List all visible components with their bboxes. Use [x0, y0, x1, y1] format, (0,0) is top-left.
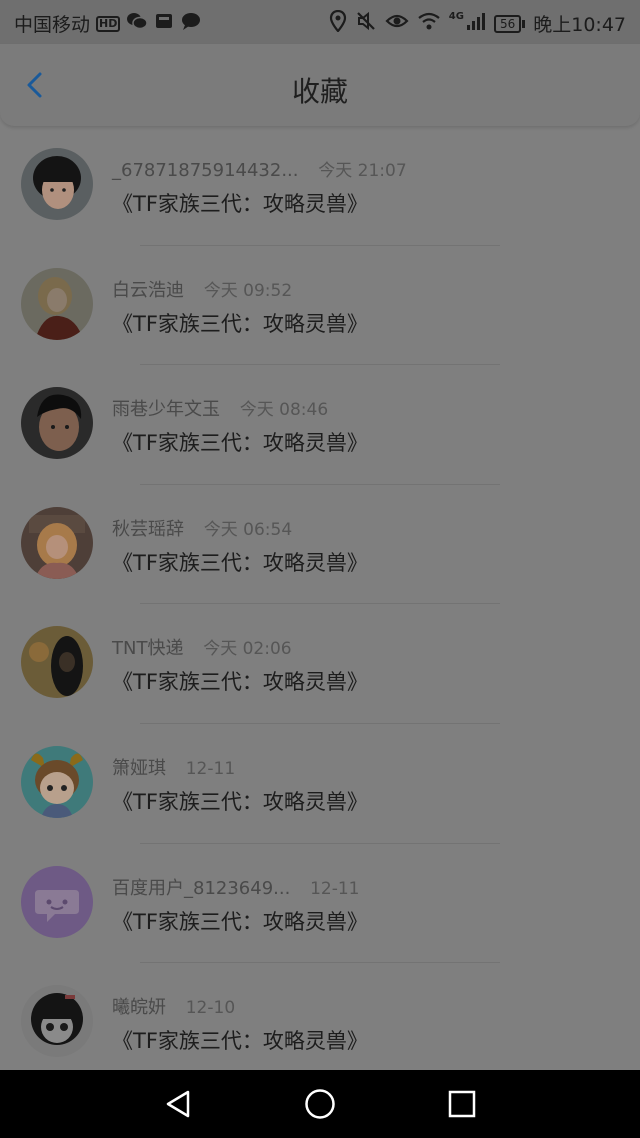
wechat-icon	[126, 11, 149, 36]
timestamp: 今天 06:54	[203, 519, 293, 540]
battery-level: 56	[493, 14, 522, 33]
home-circle-icon	[305, 1089, 335, 1119]
item-meta: _67871875914432... 今天 21:07	[112, 156, 407, 181]
status-bar: 中国移动 HD 4G 56 晚上10:47	[0, 0, 640, 44]
list-item[interactable]: _67871875914432... 今天 21:07 《TF家族三代：攻略灵兽…	[0, 126, 640, 246]
status-right: 4G 56 晚上10:47	[329, 9, 626, 37]
item-meta: 箫娅琪 12-11	[112, 754, 235, 780]
nav-recents-button[interactable]	[446, 1088, 478, 1120]
navigation-bar	[0, 1070, 640, 1138]
user-name[interactable]: 秋芸瑶辞	[112, 519, 184, 540]
item-meta: 雨巷少年文玉 今天 08:46	[112, 395, 328, 421]
nav-home-button[interactable]	[304, 1088, 336, 1120]
item-meta: 百度用户_8123649... 12-11	[112, 874, 359, 900]
timestamp: 12-11	[310, 878, 360, 899]
list-item[interactable]: 白云浩迪 今天 09:52 《TF家族三代：攻略灵兽》	[0, 246, 640, 366]
item-title[interactable]: 《TF家族三代：攻略灵兽》	[112, 906, 368, 936]
item-meta: 白云浩迪 今天 09:52	[112, 276, 292, 302]
user-name[interactable]: 雨巷少年文玉	[112, 399, 220, 420]
item-meta: TNT快递 今天 02:06	[112, 634, 292, 660]
item-title[interactable]: 《TF家族三代：攻略灵兽》	[112, 547, 368, 577]
list-item[interactable]: 秋芸瑶辞 今天 06:54 《TF家族三代：攻略灵兽》	[0, 485, 640, 605]
battery-tip	[522, 19, 526, 28]
nav-back-button[interactable]	[162, 1088, 194, 1120]
mute-icon	[355, 10, 377, 37]
item-title[interactable]: 《TF家族三代：攻略灵兽》	[112, 786, 368, 816]
avatar[interactable]	[21, 387, 93, 460]
signal-icon	[466, 11, 486, 36]
avatar[interactable]	[21, 865, 93, 938]
hd-badge: HD	[96, 15, 121, 32]
item-title[interactable]: 《TF家族三代：攻略灵兽》	[112, 666, 368, 696]
message-icon	[180, 11, 202, 36]
recents-square-icon	[448, 1090, 476, 1118]
list-item[interactable]: 百度用户_8123649... 12-11 《TF家族三代：攻略灵兽》	[0, 844, 640, 964]
eye-icon	[385, 11, 409, 36]
item-meta: 秋芸瑶辞 今天 06:54	[112, 515, 292, 541]
location-icon	[329, 9, 347, 37]
list-item[interactable]: 雨巷少年文玉 今天 08:46 《TF家族三代：攻略灵兽》	[0, 365, 640, 485]
timestamp: 今天 02:06	[203, 639, 292, 660]
favorites-list: _67871875914432... 今天 21:07 《TF家族三代：攻略灵兽…	[0, 126, 640, 1083]
gallery-icon	[154, 11, 174, 36]
timestamp: 今天 09:52	[203, 280, 293, 301]
list-item[interactable]: 箫娅琪 12-11 《TF家族三代：攻略灵兽》	[0, 724, 640, 844]
network-label: 4G	[448, 11, 464, 22]
battery-indicator: 56	[493, 14, 526, 33]
user-name[interactable]: 白云浩迪	[112, 280, 184, 301]
wifi-icon	[417, 11, 441, 36]
timestamp: 12-11	[185, 758, 236, 779]
timestamp: 12-10	[185, 998, 236, 1019]
clock: 晚上10:47	[533, 14, 626, 36]
user-name[interactable]: TNT快递	[112, 638, 183, 659]
timestamp: 今天 21:07	[318, 161, 407, 181]
item-meta: 曦皖妍 12-10	[112, 993, 235, 1019]
item-title[interactable]: 《TF家族三代：攻略灵兽》	[112, 308, 368, 338]
list-item[interactable]: 曦皖妍 12-10 《TF家族三代：攻略灵兽》	[0, 963, 640, 1083]
avatar[interactable]	[21, 745, 93, 818]
page-header: 收藏	[0, 44, 640, 126]
list-item[interactable]: TNT快递 今天 02:06 《TF家族三代：攻略灵兽》	[0, 604, 640, 724]
timestamp: 今天 08:46	[239, 400, 329, 421]
user-name[interactable]: 箫娅琪	[112, 758, 166, 779]
avatar[interactable]	[21, 506, 93, 579]
item-title[interactable]: 《TF家族三代：攻略灵兽》	[112, 1025, 368, 1055]
user-name[interactable]: 百度用户_8123649...	[112, 878, 290, 899]
page-title: 收藏	[291, 75, 348, 108]
avatar[interactable]	[21, 267, 93, 340]
back-triangle-icon	[166, 1090, 190, 1118]
item-title[interactable]: 《TF家族三代：攻略灵兽》	[112, 427, 368, 457]
carrier-label: 中国移动	[14, 14, 91, 36]
user-name[interactable]: 曦皖妍	[112, 997, 166, 1018]
status-left: 中国移动 HD	[14, 10, 202, 37]
user-name[interactable]: _67871875914432...	[112, 160, 299, 181]
item-title[interactable]: 《TF家族三代：攻略灵兽》	[112, 188, 368, 218]
avatar[interactable]	[21, 626, 93, 699]
avatar[interactable]	[21, 148, 93, 220]
avatar[interactable]	[21, 985, 93, 1058]
